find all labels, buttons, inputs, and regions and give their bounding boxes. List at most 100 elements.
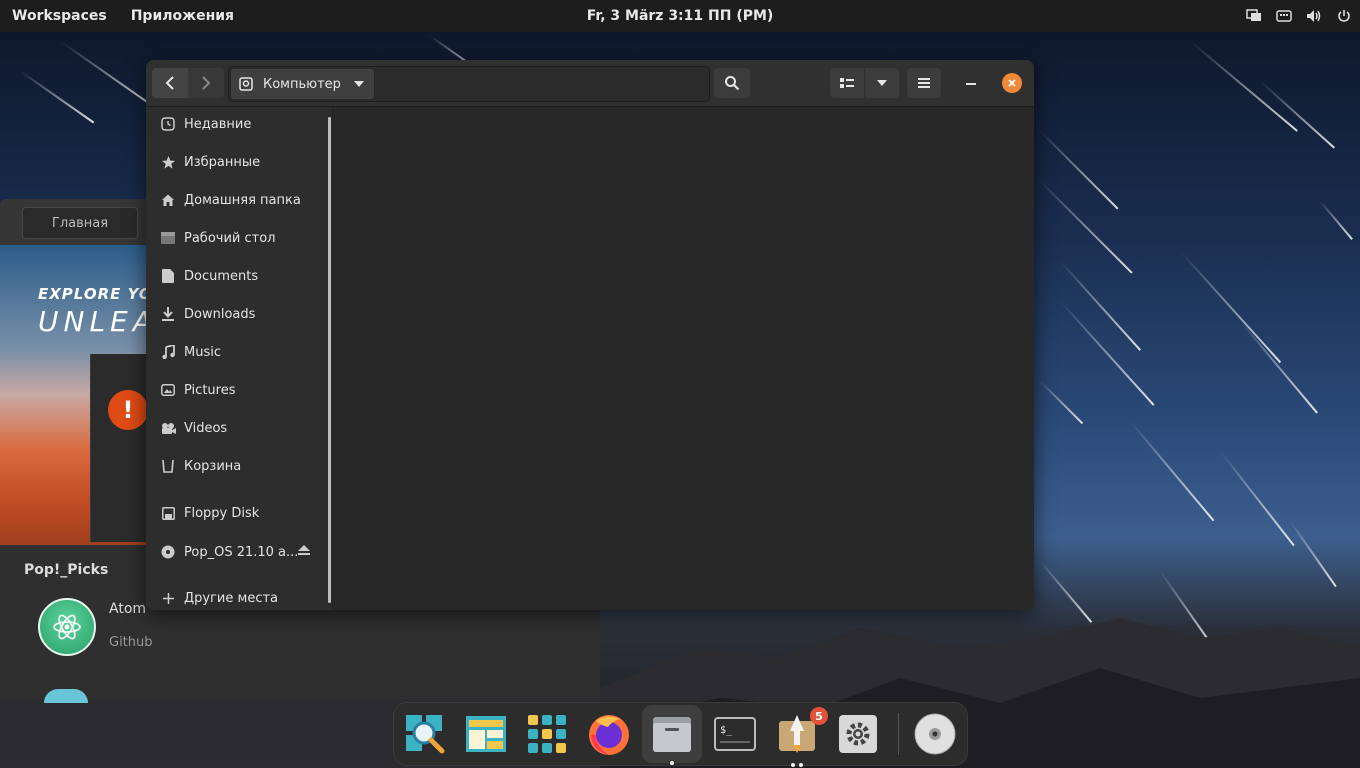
sidebar-item-desktop[interactable]: Рабочий стол bbox=[146, 221, 332, 255]
dock-item-search[interactable] bbox=[402, 711, 448, 757]
optical-disc-icon bbox=[914, 713, 956, 755]
banner-line2: UNLEA bbox=[38, 305, 150, 338]
dock-item-settings[interactable] bbox=[835, 711, 881, 757]
atom-app-icon[interactable] bbox=[38, 598, 96, 656]
sidebar-item-music[interactable]: Music bbox=[146, 335, 332, 369]
dock: $_ 5 bbox=[393, 702, 968, 767]
dock-item-shop[interactable]: 5 bbox=[774, 707, 828, 767]
chevron-right-icon bbox=[202, 76, 211, 90]
navigation-buttons bbox=[152, 68, 224, 98]
running-indicator bbox=[799, 763, 803, 767]
back-button[interactable] bbox=[152, 68, 188, 98]
sidebar-item-recent[interactable]: Недавние bbox=[146, 107, 332, 141]
sidebar-scrollbar[interactable] bbox=[328, 117, 331, 603]
menu-button[interactable] bbox=[907, 68, 941, 98]
sidebar-item-videos[interactable]: Videos bbox=[146, 411, 332, 445]
top-panel: Workspaces Приложения Fr, 3 März 3:11 ПП… bbox=[0, 0, 1360, 32]
home-tab[interactable]: Главная bbox=[22, 207, 138, 239]
sidebar-item-label: Недавние bbox=[184, 116, 252, 132]
caret-down-icon bbox=[877, 80, 887, 86]
workspaces-button[interactable]: Workspaces bbox=[0, 8, 119, 24]
sidebar-item-disc[interactable]: Pop_OS 21.10 a... bbox=[146, 535, 332, 569]
path-bar[interactable]: Компьютер bbox=[228, 66, 710, 102]
home-icon bbox=[160, 192, 176, 208]
window-panels-icon bbox=[466, 716, 506, 752]
sidebar-item-other-locations[interactable]: Другие места bbox=[146, 581, 332, 610]
desktop-icon bbox=[160, 230, 176, 246]
running-indicator bbox=[670, 761, 674, 765]
running-indicator bbox=[791, 763, 795, 767]
files-icon bbox=[653, 717, 691, 752]
sidebar-item-label: Pop_OS 21.10 a... bbox=[184, 544, 299, 560]
dock-item-firefox[interactable] bbox=[586, 711, 632, 757]
list-view-icon bbox=[840, 78, 854, 88]
notification-badge: 5 bbox=[810, 707, 828, 725]
picture-icon bbox=[160, 382, 176, 398]
minimize-icon bbox=[966, 83, 976, 85]
sidebar-item-label: Documents bbox=[184, 268, 259, 284]
error-dialog: ! bbox=[90, 354, 151, 542]
keyboard-icon[interactable] bbox=[1276, 8, 1292, 24]
file-manager-window: Компьютер Недавние Избранные Домашняя па… bbox=[146, 60, 1034, 610]
floppy-icon bbox=[160, 505, 176, 521]
app-grid-icon bbox=[528, 715, 566, 753]
trash-icon bbox=[160, 458, 176, 474]
sidebar-item-downloads[interactable]: Downloads bbox=[146, 297, 332, 331]
hamburger-icon bbox=[918, 78, 930, 88]
warning-icon: ! bbox=[108, 390, 148, 430]
search-icon bbox=[725, 76, 740, 91]
app-name[interactable]: Atom bbox=[109, 601, 146, 617]
close-icon bbox=[1008, 79, 1016, 87]
power-icon[interactable] bbox=[1336, 8, 1352, 24]
sidebar-item-label: Pictures bbox=[184, 382, 236, 398]
path-crumb-computer[interactable]: Компьютер bbox=[231, 69, 374, 99]
sidebar-item-home[interactable]: Домашняя папка bbox=[146, 183, 332, 217]
minimize-button[interactable] bbox=[961, 73, 981, 93]
close-button[interactable] bbox=[1002, 73, 1022, 93]
sidebar-item-label: Music bbox=[184, 344, 221, 360]
places-sidebar: Недавние Избранные Домашняя папка Рабочи… bbox=[146, 107, 333, 610]
chevron-left-icon bbox=[165, 76, 174, 90]
document-icon bbox=[160, 268, 176, 284]
forward-button[interactable] bbox=[188, 68, 224, 98]
dock-item-app-grid[interactable] bbox=[524, 711, 570, 757]
sidebar-item-documents[interactable]: Documents bbox=[146, 259, 332, 293]
clock-icon bbox=[160, 116, 176, 132]
dock-item-disc[interactable] bbox=[912, 711, 958, 757]
sidebar-item-label: Другие места bbox=[184, 590, 279, 606]
dock-item-terminal[interactable]: $_ bbox=[712, 711, 758, 757]
app-developer: Github bbox=[109, 635, 153, 650]
sidebar-item-pictures[interactable]: Pictures bbox=[146, 373, 332, 407]
path-crumb-label: Компьютер bbox=[263, 76, 341, 92]
display-icon[interactable] bbox=[1246, 8, 1262, 24]
dock-separator bbox=[898, 713, 899, 755]
sidebar-item-trash[interactable]: Корзина bbox=[146, 449, 332, 483]
dock-item-files[interactable] bbox=[642, 705, 702, 765]
eject-icon[interactable] bbox=[298, 545, 310, 560]
plus-icon bbox=[160, 590, 176, 606]
sidebar-item-label: Videos bbox=[184, 420, 228, 436]
search-button[interactable] bbox=[714, 68, 750, 98]
sidebar-item-label: Рабочий стол bbox=[184, 230, 276, 246]
svg-text:$_: $_ bbox=[720, 725, 733, 736]
file-view-area[interactable] bbox=[333, 107, 1034, 610]
computer-icon bbox=[239, 77, 253, 91]
disc-icon bbox=[160, 544, 176, 560]
caret-down-icon[interactable] bbox=[354, 81, 364, 87]
terminal-icon: $_ bbox=[714, 717, 756, 751]
search-app-icon bbox=[406, 715, 445, 754]
firefox-icon bbox=[589, 715, 629, 755]
sidebar-item-label: Downloads bbox=[184, 306, 256, 322]
next-app-icon[interactable] bbox=[44, 689, 88, 703]
music-icon bbox=[160, 344, 176, 360]
sidebar-item-starred[interactable]: Избранные bbox=[146, 145, 332, 179]
picks-title: Pop!_Picks bbox=[24, 562, 109, 578]
sidebar-item-floppy[interactable]: Floppy Disk bbox=[146, 496, 332, 530]
volume-icon[interactable] bbox=[1306, 8, 1322, 24]
applications-button[interactable]: Приложения bbox=[119, 8, 246, 24]
system-tray bbox=[1246, 0, 1352, 32]
view-options-button[interactable] bbox=[865, 68, 899, 98]
clock[interactable]: Fr, 3 März 3:11 ПП (PM) bbox=[587, 8, 774, 24]
view-toggle-button[interactable] bbox=[830, 68, 864, 98]
dock-item-panels[interactable] bbox=[463, 711, 509, 757]
